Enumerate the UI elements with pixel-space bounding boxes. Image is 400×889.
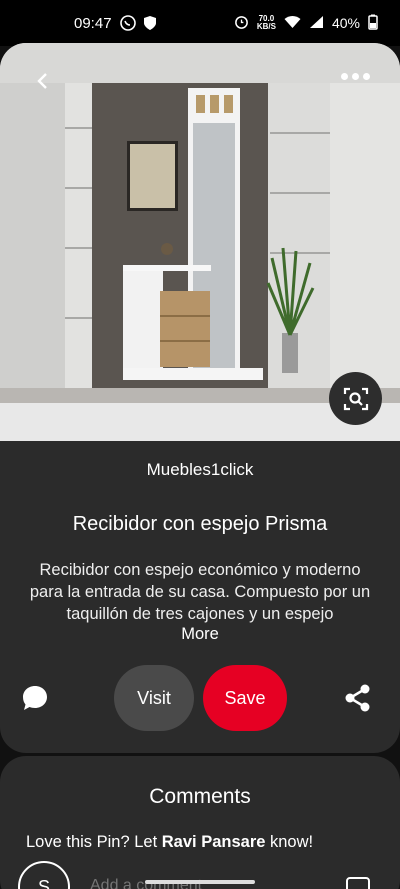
pin-description: Recibidor con espejo económico y moderno… — [29, 561, 371, 623]
visit-button[interactable]: Visit — [114, 665, 194, 731]
status-time: 09:47 — [74, 14, 112, 32]
comment-button[interactable] — [20, 683, 50, 713]
comments-prompt: Love this Pin? Let Ravi Pansare know! — [26, 833, 314, 851]
dot-icon — [363, 73, 370, 80]
back-button[interactable] — [30, 69, 54, 93]
avatar[interactable]: S — [18, 861, 70, 889]
shield-icon — [142, 15, 158, 31]
speech-bubble-icon — [23, 686, 47, 710]
dot-icon — [341, 73, 348, 80]
alarm-icon — [234, 14, 249, 32]
pin-owner-name[interactable]: Ravi Pansare — [162, 833, 266, 851]
home-indicator[interactable] — [145, 880, 255, 884]
more-options-button[interactable] — [341, 73, 370, 80]
add-image-icon[interactable] — [346, 877, 370, 889]
pin-card: Muebles1click Recibidor con espejo Prism… — [0, 43, 400, 753]
share-icon — [345, 684, 370, 712]
lens-search-icon — [343, 387, 368, 410]
pin-actions: Visit Save — [0, 665, 400, 731]
status-bar: 09:47 70.0 KB/S 40% — [0, 0, 400, 46]
battery-icon — [368, 14, 378, 33]
comments-card: Comments Love this Pin? Let Ravi Pansare… — [0, 756, 400, 889]
pin-title: Recibidor con espejo Prisma — [72, 513, 328, 535]
dot-icon — [352, 73, 359, 80]
network-speed: 70.0 KB/S — [256, 14, 276, 31]
pin-image[interactable] — [0, 43, 400, 441]
more-link[interactable]: More — [0, 625, 400, 644]
pin-author[interactable]: Muebles1click — [0, 460, 400, 480]
whatsapp-icon — [119, 15, 136, 31]
share-button[interactable] — [343, 683, 373, 713]
chevron-left-icon — [37, 73, 47, 89]
comments-title: Comments — [149, 785, 251, 808]
signal-icon — [309, 15, 324, 32]
wifi-icon — [284, 15, 301, 32]
save-button[interactable]: Save — [203, 665, 287, 731]
battery-percent: 40% — [331, 15, 360, 31]
visual-search-button[interactable] — [329, 372, 382, 425]
